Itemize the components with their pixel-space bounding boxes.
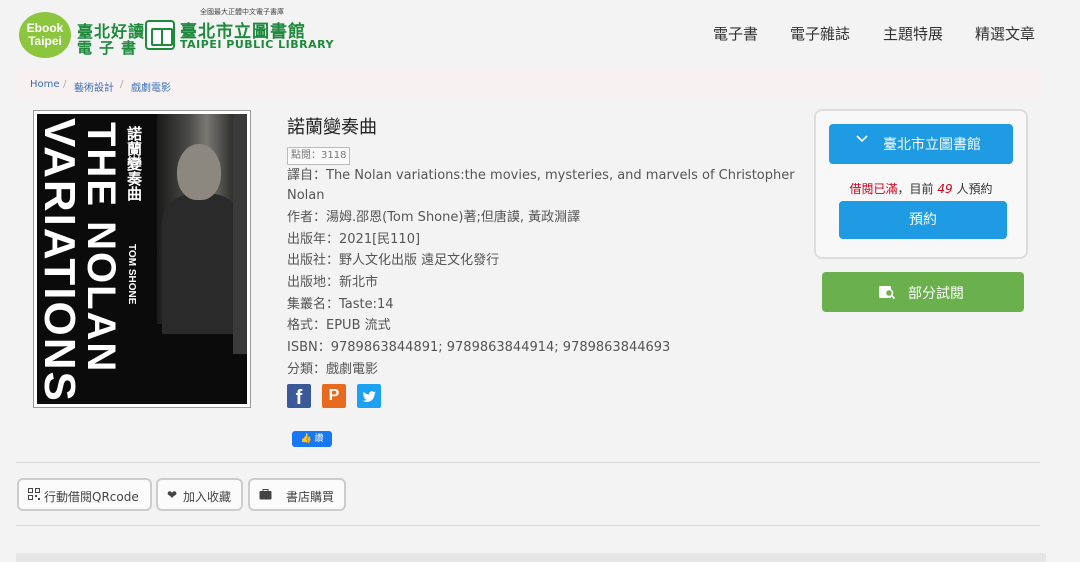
book-preview-icon [878,283,896,301]
breadcrumb-drama-film[interactable]: 戲劇電影 [131,79,171,94]
status-tail-text: 人預約 [956,182,993,196]
borrow-full-text: 借閱已滿 [849,182,898,196]
facebook-share-icon[interactable]: f [287,384,311,409]
reserve-button[interactable]: 預約 [839,201,1007,239]
footer-bar [16,553,1046,562]
cover-title-variations: VARIATIONS [37,118,84,403]
breadcrumb-separator: / [120,79,124,90]
twitter-share-icon[interactable] [357,384,381,408]
library-select-button[interactable]: 臺北市立圖書館 [829,124,1013,164]
qrcode-icon [28,488,40,503]
heart-icon: ❤ [167,488,178,502]
plurk-share-icon[interactable]: P [322,384,346,408]
nav-ebooks[interactable]: 電子書 [713,23,758,44]
twitter-bird-icon [362,391,376,402]
divider [16,462,1040,463]
meta-publisher: 出版社：野人文化出版 遠足文化發行 [287,253,500,268]
meta-isbn: ISBN：9789863844891; 9789863844914; 97898… [287,340,671,355]
bookstore-purchase-label: 書店購買 [286,490,335,504]
cover-author: TOM SHONE [126,244,137,305]
library-english-name: TAIPEI PUBLIC LIBRARY [180,38,334,51]
add-favorite-label: 加入收藏 [183,490,232,504]
meta-category: 分類：戲劇電影 [287,362,379,377]
cover-face [177,144,221,200]
brand-subtitle: 電子書 [77,39,144,57]
meta-format: 格式：EPUB 流式 [287,318,391,333]
nav-exhibitions[interactable]: 主題特展 [883,23,943,44]
library-select-label: 臺北市立圖書館 [883,137,981,153]
borrow-status: 借閱已滿，目前 49 人預約 [814,180,1028,197]
cover-figure [162,194,242,334]
breadcrumb-home[interactable]: Home [30,79,60,90]
site-tagline: 全國最大正體中文電子書庫 [200,8,284,16]
meta-author: 作者：湯姆.邵恩(Tom Shone)著;但唐謨, 黃政淵譯 [287,210,581,225]
breadcrumb-separator: / [63,79,67,90]
breadcrumb-art-design[interactable]: 藝術設計 [74,79,114,94]
site-header: Ebook Taipei 全國最大正體中文電子書庫 臺北好讀 電子書 臺北市立圖… [0,0,1080,64]
trial-read-button[interactable]: 部分試閱 [822,272,1024,312]
book-cover[interactable]: VARIATIONS THE NOLAN 諾蘭變奏曲 TOM SHONE [37,114,247,404]
meta-series: 集叢名：Taste:14 [287,297,394,312]
library-book-icon [145,20,175,50]
meta-translated-from-cont: Nolan [287,188,325,203]
meta-publish-year: 出版年：2021[民110] [287,232,421,247]
add-favorite-button[interactable]: ❤ 加入收藏 [156,478,243,511]
bookstore-purchase-button[interactable]: 書店購買 [248,478,346,511]
book-title: 諾蘭變奏曲 [287,117,377,138]
meta-publish-place: 出版地：新北市 [287,275,379,290]
nav-featured-articles[interactable]: 精選文章 [975,23,1035,44]
waiting-count: 49 [937,182,953,196]
cover-title-chinese: 諾蘭變奏曲 [125,126,142,201]
meta-translated-from: 譯自：The Nolan variations:the movies, myst… [287,168,795,183]
cover-title-the-nolan: THE NOLAN [79,122,123,374]
cover-film-strip [233,114,247,354]
divider [16,525,1040,526]
mobile-qrcode-button[interactable]: 行動借閱QRcode [17,478,152,511]
ebook-taipei-logo-text: Ebook Taipei [26,21,64,48]
status-mid-text: ，目前 [897,182,934,196]
mobile-qrcode-label: 行動借閱QRcode [44,490,139,504]
shopping-bag-icon [259,488,272,503]
chevron-down-icon [855,132,869,150]
nav-emagazines[interactable]: 電子雜誌 [790,23,850,44]
view-count-badge: 點閱：3118 [287,147,351,165]
breadcrumb: Home / 藝術設計 / 戲劇電影 [16,70,1042,99]
facebook-like-button[interactable]: 👍 讚 [292,431,332,447]
trial-read-label: 部分試閱 [908,286,964,302]
